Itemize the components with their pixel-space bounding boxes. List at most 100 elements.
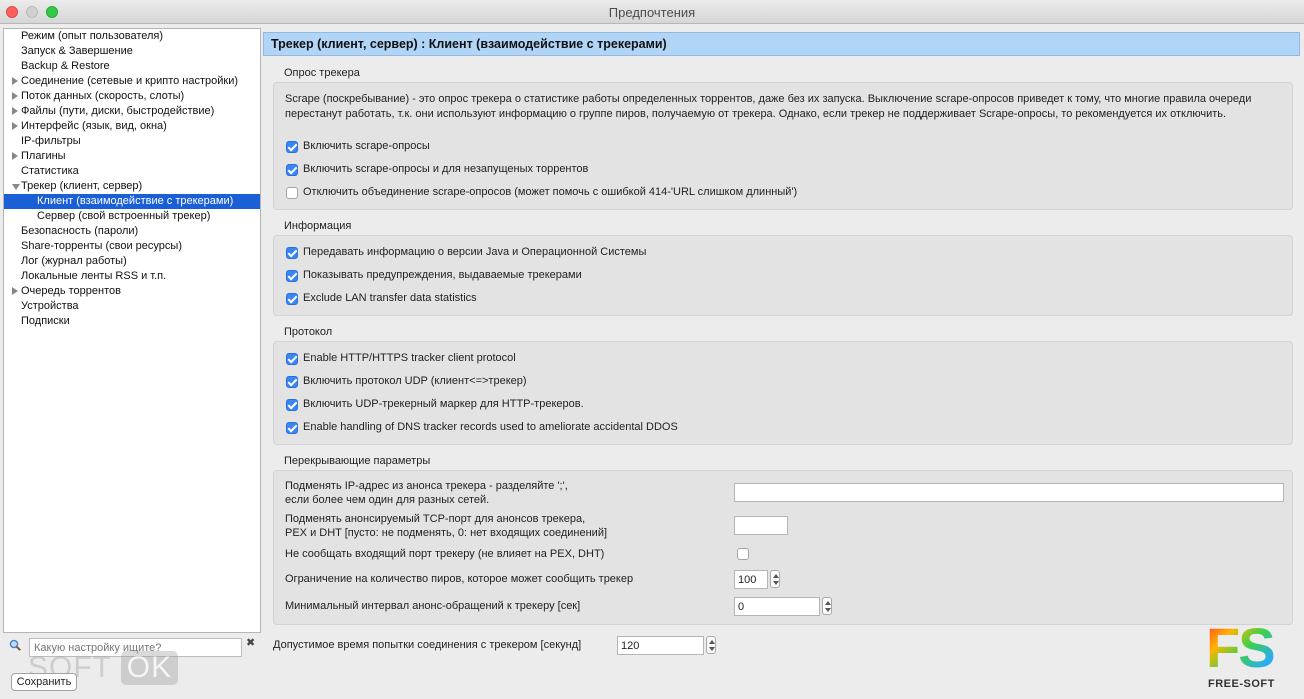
section-title-scrape: Опрос трекера [284, 67, 360, 79]
tree-item-backup[interactable]: Backup & Restore [4, 59, 260, 74]
tree-item-label: Share-торренты (свои ресурсы) [21, 240, 182, 252]
tree-item-startup[interactable]: Запуск & Завершение [4, 44, 260, 59]
http-tracker-protocol-label: Enable HTTP/HTTPS tracker client protoco… [303, 352, 516, 364]
show-tracker-warnings-label: Показывать предупреждения, выдаваемые тр… [303, 269, 582, 281]
expand-arrow-icon[interactable] [12, 77, 18, 85]
save-button[interactable]: Сохранить [11, 673, 77, 691]
expand-arrow-icon[interactable] [12, 107, 18, 115]
tree-item-devices[interactable]: Устройства [4, 299, 260, 314]
scrape-stopped-label: Включить scrape-опросы и для незапущеных… [303, 163, 589, 175]
tree-item-label: Соединение (сетевые и крипто настройки) [21, 75, 239, 87]
clear-search-icon[interactable]: ✖ [246, 636, 255, 649]
tree-item-label: Подписки [21, 315, 70, 327]
section-title-info: Информация [284, 220, 352, 232]
tree-item-tracker-server[interactable]: Сервер (свой встроенный трекер) [4, 209, 260, 224]
min-interval-stepper[interactable] [822, 597, 832, 615]
tree-item-label: Интерфейс (язык, вид, окна) [21, 120, 167, 132]
scrape-description: Scrape (поскребывание) - это опрос треке… [285, 93, 1252, 120]
udp-marker-label: Включить UDP-трекерный маркер для HTTP-т… [303, 398, 584, 410]
dns-tracker-records-checkbox[interactable] [286, 422, 298, 434]
send-java-info-checkbox[interactable] [286, 247, 298, 259]
min-interval-label: Минимальный интервал анонс-обращений к т… [285, 600, 581, 612]
tree-item-label: Поток данных (скорость, слоты) [21, 90, 185, 102]
override-ip-label: Подменять IP-адрес из анонса трекера - р… [285, 480, 568, 492]
tree-item-label: Лог (журнал работы) [21, 255, 127, 267]
override-ip-label-2: если более чем один для разных сетей. [285, 494, 490, 506]
tree-item-label: Устройства [21, 300, 79, 312]
min-interval-input[interactable] [734, 597, 820, 616]
tree-item-label: Режим (опыт пользователя) [21, 30, 164, 42]
tree-item-label: Backup & Restore [21, 60, 110, 72]
max-peers-stepper[interactable] [770, 570, 780, 588]
tree-item-interface[interactable]: Интерфейс (язык, вид, окна) [4, 119, 260, 134]
disable-scrape-merge-label: Отключить объединение scrape-опросов (мо… [303, 186, 798, 198]
udp-protocol-checkbox[interactable] [286, 376, 298, 388]
tree-item-statistics[interactable]: Статистика [4, 164, 260, 179]
scrape-stopped-checkbox[interactable] [286, 164, 298, 176]
enable-scrape-checkbox[interactable] [286, 141, 298, 153]
no-port-checkbox[interactable] [737, 548, 749, 560]
tree-item-share-torrents[interactable]: Share-торренты (свои ресурсы) [4, 239, 260, 254]
window-titlebar: Предпочтения [0, 0, 1304, 24]
override-ip-input[interactable] [734, 483, 1284, 502]
tree-item-files[interactable]: Файлы (пути, диски, быстродействие) [4, 104, 260, 119]
tree-item-rss[interactable]: Локальные ленты RSS и т.п. [4, 269, 260, 284]
max-peers-label: Ограничение на количество пиров, которое… [285, 573, 634, 585]
tree-item-transfer[interactable]: Поток данных (скорость, слоты) [4, 89, 260, 104]
window-title: Предпочтения [608, 5, 696, 20]
max-peers-input[interactable] [734, 570, 768, 589]
tree-item-label: Трекер (клиент, сервер) [21, 180, 143, 192]
dns-tracker-records-label: Enable handling of DNS tracker records u… [303, 421, 678, 433]
override-port-input[interactable] [734, 516, 788, 535]
fs-logo-text: FREE-SOFT [1208, 678, 1275, 690]
override-port-label-2: PEX и DHT [пусто: не подменять, 0: нет в… [285, 527, 608, 539]
udp-protocol-label: Включить протокол UDP (клиент<=>трекер) [303, 375, 527, 387]
udp-marker-checkbox[interactable] [286, 399, 298, 411]
tree-item-security[interactable]: Безопасность (пароли) [4, 224, 260, 239]
preferences-tree[interactable]: Режим (опыт пользователя) Запуск & Завер… [3, 28, 261, 633]
http-tracker-protocol-checkbox[interactable] [286, 353, 298, 365]
override-port-label: Подменять анонсируемый TCP-порт для анон… [285, 513, 586, 525]
tree-item-label: Файлы (пути, диски, быстродействие) [21, 105, 215, 117]
free-soft-logo: FS FREE-SOFT [1206, 618, 1292, 694]
disable-scrape-merge-checkbox[interactable] [286, 187, 298, 199]
tree-item-label: Сервер (свой встроенный трекер) [37, 210, 211, 222]
enable-scrape-label: Включить scrape-опросы [303, 140, 430, 152]
no-port-label: Не сообщать входящий порт трекеру (не вл… [285, 548, 605, 560]
tree-item-label: Локальные ленты RSS и т.п. [21, 270, 167, 282]
send-java-info-label: Передавать информацию о версии Java и Оп… [303, 246, 647, 258]
tree-item-label: Безопасность (пароли) [21, 225, 139, 237]
tree-item-label: Очередь торрентов [21, 285, 121, 297]
connect-timeout-input[interactable] [617, 636, 704, 655]
expand-arrow-icon[interactable] [12, 287, 18, 295]
tree-item-queue[interactable]: Очередь торрентов [4, 284, 260, 299]
tree-item-log[interactable]: Лог (журнал работы) [4, 254, 260, 269]
tree-item-label: Клиент (взаимодейcтвие с трекерами) [37, 195, 234, 207]
exclude-lan-stats-checkbox[interactable] [286, 293, 298, 305]
tree-item-label: Запуск & Завершение [21, 45, 133, 57]
tree-item-connection[interactable]: Соединение (сетевые и крипто настройки) [4, 74, 260, 89]
tree-item-subscriptions[interactable]: Подписки [4, 314, 260, 329]
tree-item-ip-filters[interactable]: IP-фильтры [4, 134, 260, 149]
page-title: Трекер (клиент, сервер) : Клиент (взаимо… [263, 32, 1300, 56]
section-title-protocol: Протокол [284, 326, 333, 338]
tree-item-tracker[interactable]: Трекер (клиент, сервер) [4, 179, 260, 194]
fs-logo-letters: FS [1206, 616, 1276, 679]
tree-item-mode[interactable]: Режим (опыт пользователя) [4, 29, 260, 44]
watermark-ok: OK [120, 651, 179, 685]
search-icon [9, 639, 21, 651]
tree-item-label: Статистика [21, 165, 79, 177]
expand-arrow-icon[interactable] [12, 92, 18, 100]
tree-item-plugins[interactable]: Плагины [4, 149, 260, 164]
expand-arrow-icon[interactable] [12, 152, 18, 160]
tree-item-label: Плагины [21, 150, 66, 162]
tree-item-label: IP-фильтры [21, 135, 81, 147]
connect-timeout-stepper[interactable] [706, 636, 716, 654]
expand-arrow-icon[interactable] [12, 122, 18, 130]
section-title-override: Перекрывающие параметры [284, 455, 431, 467]
exclude-lan-stats-label: Exclude LAN transfer data statistics [303, 292, 477, 304]
show-tracker-warnings-checkbox[interactable] [286, 270, 298, 282]
connect-timeout-label: Допустимое время попытки соединения с тр… [273, 639, 582, 651]
tree-item-tracker-client[interactable]: Клиент (взаимодейcтвие с трекерами) [4, 194, 260, 209]
collapse-arrow-icon[interactable] [12, 184, 20, 190]
